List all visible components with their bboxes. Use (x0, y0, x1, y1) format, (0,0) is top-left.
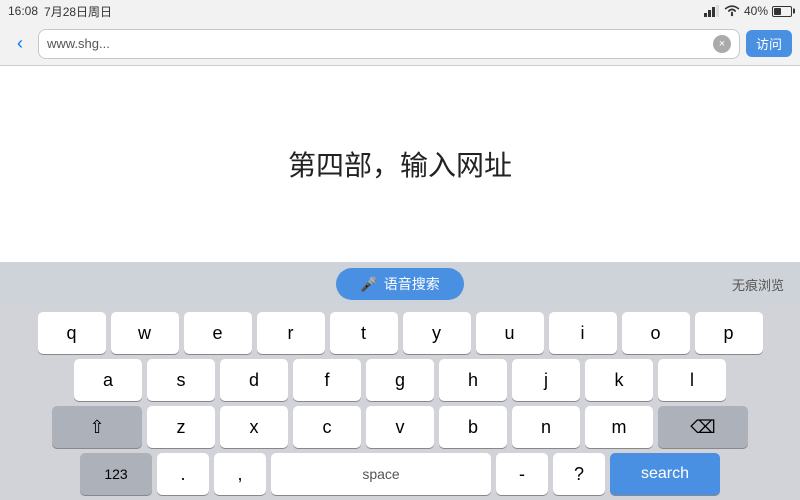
visit-button[interactable]: 访问 (746, 30, 792, 57)
space-key[interactable]: space (271, 453, 491, 495)
voice-bar: 🎤 语音搜索 无痕浏览 (0, 262, 800, 306)
voice-search-button[interactable]: 🎤 语音搜索 (336, 268, 463, 300)
key-b[interactable]: b (439, 406, 507, 448)
signal-icon (704, 5, 720, 17)
key-u[interactable]: u (476, 312, 544, 354)
key-s[interactable]: s (147, 359, 215, 401)
key-o[interactable]: o (622, 312, 690, 354)
key-i[interactable]: i (549, 312, 617, 354)
private-mode-label: 无痕浏览 (732, 275, 784, 294)
keyboard-area: 🎤 语音搜索 无痕浏览 q w e r t y u i o p a s d f (0, 262, 800, 500)
status-right: 40% (704, 4, 792, 18)
key-n[interactable]: n (512, 406, 580, 448)
key-row-4: 123 . , space - ? search (3, 453, 797, 495)
key-y[interactable]: y (403, 312, 471, 354)
shift-key[interactable]: ⇧ (52, 406, 142, 448)
url-text: www.shg... (47, 36, 709, 51)
key-c[interactable]: c (293, 406, 361, 448)
backspace-key[interactable]: ⌫ (658, 406, 748, 448)
url-bar[interactable]: www.shg... × (38, 29, 740, 59)
key-p[interactable]: p (695, 312, 763, 354)
key-r[interactable]: r (257, 312, 325, 354)
key-z[interactable]: z (147, 406, 215, 448)
key-l[interactable]: l (658, 359, 726, 401)
battery-icon (772, 6, 792, 17)
key-q[interactable]: q (38, 312, 106, 354)
key-t[interactable]: t (330, 312, 398, 354)
wifi-icon (724, 5, 740, 17)
main-title: 第四部，输入网址 (288, 144, 512, 184)
key-w[interactable]: w (111, 312, 179, 354)
key-e[interactable]: e (184, 312, 252, 354)
key-v[interactable]: v (366, 406, 434, 448)
key-g[interactable]: g (366, 359, 434, 401)
key-dash[interactable]: - (496, 453, 548, 495)
key-j[interactable]: j (512, 359, 580, 401)
key-h[interactable]: h (439, 359, 507, 401)
key-row-1: q w e r t y u i o p (3, 312, 797, 354)
status-bar: 16:08 7月28日周日 40% (0, 0, 800, 22)
keyboard: q w e r t y u i o p a s d f g h j k l ⇧ (0, 306, 800, 499)
key-k[interactable]: k (585, 359, 653, 401)
battery-percent: 40% (744, 4, 768, 18)
key-m[interactable]: m (585, 406, 653, 448)
main-content: 第四部，输入网址 (0, 66, 800, 262)
clear-button[interactable]: × (713, 35, 731, 53)
key-d[interactable]: d (220, 359, 288, 401)
key-row-2: a s d f g h j k l (3, 359, 797, 401)
key-f[interactable]: f (293, 359, 361, 401)
browser-bar: ‹ www.shg... × 访问 (0, 22, 800, 66)
search-key[interactable]: search (610, 453, 720, 495)
key-comma[interactable]: , (214, 453, 266, 495)
voice-label: 语音搜索 (384, 274, 440, 294)
key-123[interactable]: 123 (80, 453, 152, 495)
status-left: 16:08 7月28日周日 (8, 3, 112, 20)
key-question[interactable]: ? (553, 453, 605, 495)
date: 7月28日周日 (44, 3, 112, 20)
key-row-3: ⇧ z x c v b n m ⌫ (3, 406, 797, 448)
mic-icon: 🎤 (360, 276, 377, 293)
key-period[interactable]: . (157, 453, 209, 495)
key-x[interactable]: x (220, 406, 288, 448)
back-button[interactable]: ‹ (8, 32, 32, 56)
time: 16:08 (8, 4, 38, 18)
key-a[interactable]: a (74, 359, 142, 401)
